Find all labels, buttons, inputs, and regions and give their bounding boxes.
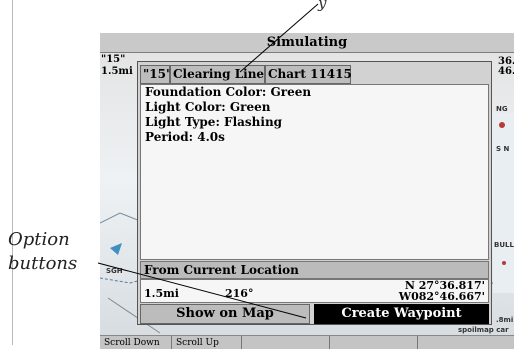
callout-leader-buttons [97,262,307,319]
callout-leaders [97,3,319,319]
callout-leader-top [239,3,319,73]
